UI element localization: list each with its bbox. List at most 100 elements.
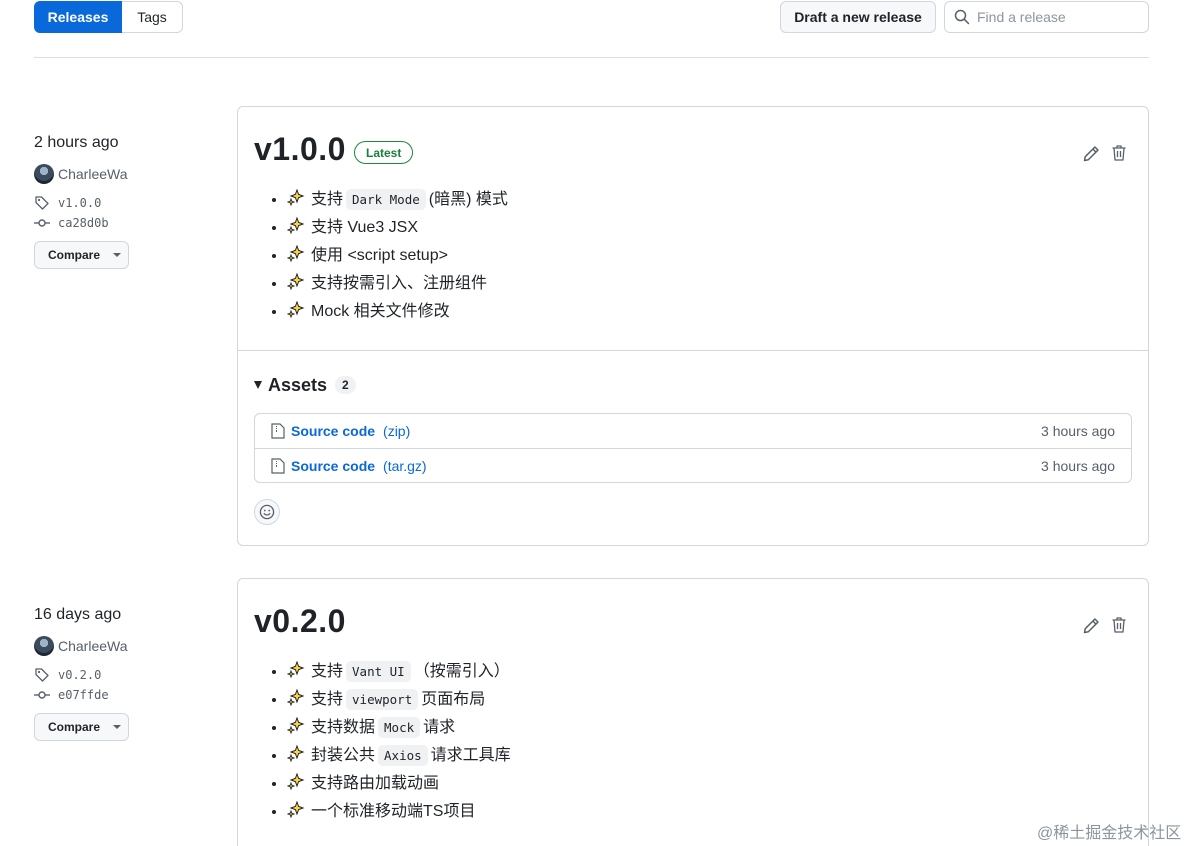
note-text: 支持 Vue3 JSX <box>311 219 419 236</box>
note-text: 一个标准移动端TS项目 <box>311 803 476 820</box>
tab-releases[interactable]: Releases <box>34 1 122 33</box>
release-meta: 2 hours ago CharleeWa v1.0.0 ca28d0b Com… <box>34 133 129 269</box>
sparkles-icon <box>287 301 305 319</box>
release-author[interactable]: CharleeWa <box>34 636 129 656</box>
add-reaction-button[interactable] <box>254 499 280 525</box>
note-code: Axios <box>378 745 428 766</box>
commit-sha[interactable]: ca28d0b <box>58 216 109 230</box>
asset-name[interactable]: Source code <box>291 458 375 474</box>
tag-name[interactable]: v0.2.0 <box>58 668 101 682</box>
release-tag[interactable]: v0.2.0 <box>34 667 129 683</box>
note-code: Vant UI <box>346 661 411 682</box>
caret-down-icon <box>113 725 122 729</box>
note-text: 支持 <box>311 691 344 708</box>
triangle-down-icon <box>254 381 262 389</box>
pencil-icon[interactable] <box>1082 617 1100 635</box>
list-item: 支持路由加载动画 <box>287 770 1148 798</box>
release-author[interactable]: CharleeWa <box>34 164 129 184</box>
sparkles-icon <box>287 689 305 707</box>
search-input[interactable] <box>977 9 1147 25</box>
list-item: 支持按需引入、注册组件 <box>287 270 1148 298</box>
release-nav: Releases Tags <box>34 1 183 33</box>
release-header: v1.0.0 Latest <box>238 107 1148 167</box>
asset-row-targz[interactable]: Source code (tar.gz) 3 hours ago <box>255 448 1131 482</box>
sparkles-icon <box>287 661 305 679</box>
sparkles-icon <box>287 217 305 235</box>
list-item: 支持Vant UI（按需引入） <box>287 658 1148 686</box>
note-text-after: （按需引入） <box>413 663 510 680</box>
release-header: v0.2.0 <box>238 579 1148 639</box>
assets-toggle[interactable]: Assets 2 <box>254 369 1148 401</box>
note-text: 支持 <box>311 663 344 680</box>
release-card: v0.2.0 支持Vant UI（按需引入） 支持viewport页面布局 支持… <box>237 578 1149 846</box>
compare-button[interactable]: Compare <box>34 241 129 269</box>
sparkles-icon <box>287 273 305 291</box>
list-item: 封装公共Axios请求工具库 <box>287 742 1148 770</box>
pencil-icon[interactable] <box>1082 145 1100 163</box>
author-name[interactable]: CharleeWa <box>58 638 128 654</box>
list-item: Mock 相关文件修改 <box>287 298 1148 326</box>
avatar <box>34 636 54 656</box>
note-text: 支持数据 <box>311 719 376 736</box>
note-text: 封装公共 <box>311 747 376 764</box>
compare-button[interactable]: Compare <box>34 713 129 741</box>
tag-icon <box>35 196 49 210</box>
assets-label: Assets <box>268 374 328 395</box>
note-code: viewport <box>346 689 419 710</box>
smiley-icon <box>259 504 275 520</box>
note-text: 支持路由加载动画 <box>311 775 440 792</box>
file-zip-icon <box>271 457 285 474</box>
note-text-after: 请求工具库 <box>430 747 511 764</box>
release-title[interactable]: v0.2.0 <box>254 605 346 637</box>
trash-icon[interactable] <box>1111 616 1127 634</box>
release-search[interactable] <box>944 1 1149 33</box>
watermark: @稀土掘金技术社区 <box>1037 825 1182 842</box>
release-meta: 16 days ago CharleeWa v0.2.0 e07ffde Com… <box>34 605 129 741</box>
asset-row-zip[interactable]: Source code (zip) 3 hours ago <box>255 414 1131 448</box>
note-text-after: 页面布局 <box>421 691 486 708</box>
release-commit[interactable]: e07ffde <box>34 687 129 703</box>
sparkles-icon <box>287 245 305 263</box>
note-text: 支持 <box>311 191 344 208</box>
release-time: 16 days ago <box>34 606 122 623</box>
asset-time: 3 hours ago <box>1041 423 1115 439</box>
trash-icon[interactable] <box>1111 144 1127 162</box>
assets-list: Source code (zip) 3 hours ago Source cod… <box>254 413 1132 483</box>
search-icon <box>954 9 970 25</box>
tab-tags[interactable]: Tags <box>122 1 183 33</box>
card-divider <box>238 350 1148 351</box>
note-text: 使用 <script setup> <box>311 247 448 264</box>
release-card: v1.0.0 Latest 支持Dark Mode(暗黑) 模式 支持 Vue3… <box>237 106 1149 546</box>
list-item: 支持Dark Mode(暗黑) 模式 <box>287 186 1148 214</box>
note-text: Mock 相关文件修改 <box>311 303 450 320</box>
file-zip-icon <box>271 423 285 439</box>
commit-icon <box>34 691 50 699</box>
note-text-after: (暗黑) 模式 <box>428 191 508 208</box>
list-item: 使用 <script setup> <box>287 242 1148 270</box>
caret-down-icon <box>113 253 122 257</box>
avatar <box>34 164 54 184</box>
compare-label: Compare <box>48 720 101 734</box>
release-notes: 支持Dark Mode(暗黑) 模式 支持 Vue3 JSX 使用 <scrip… <box>238 186 1148 326</box>
list-item: 一个标准移动端TS项目 <box>287 798 1148 826</box>
draft-new-release-button[interactable]: Draft a new release <box>780 1 936 33</box>
commit-sha[interactable]: e07ffde <box>58 688 109 702</box>
tag-icon <box>35 668 49 682</box>
release-title[interactable]: v1.0.0 <box>254 133 346 165</box>
asset-format[interactable]: (tar.gz) <box>383 458 427 474</box>
asset-name[interactable]: Source code <box>291 423 375 439</box>
release-notes: 支持Vant UI（按需引入） 支持viewport页面布局 支持数据Mock请… <box>238 658 1148 826</box>
release-commit[interactable]: ca28d0b <box>34 215 129 231</box>
asset-format[interactable]: (zip) <box>383 423 410 439</box>
note-text-after: 请求 <box>423 719 456 736</box>
author-name[interactable]: CharleeWa <box>58 166 128 182</box>
release-tag[interactable]: v1.0.0 <box>34 195 129 211</box>
sparkles-icon <box>287 717 305 735</box>
list-item: 支持viewport页面布局 <box>287 686 1148 714</box>
sparkles-icon <box>287 189 305 207</box>
tag-name[interactable]: v1.0.0 <box>58 196 101 210</box>
release-time: 2 hours ago <box>34 134 119 151</box>
note-code: Mock <box>378 717 421 738</box>
commit-icon <box>34 219 50 227</box>
sparkles-icon <box>287 773 305 791</box>
